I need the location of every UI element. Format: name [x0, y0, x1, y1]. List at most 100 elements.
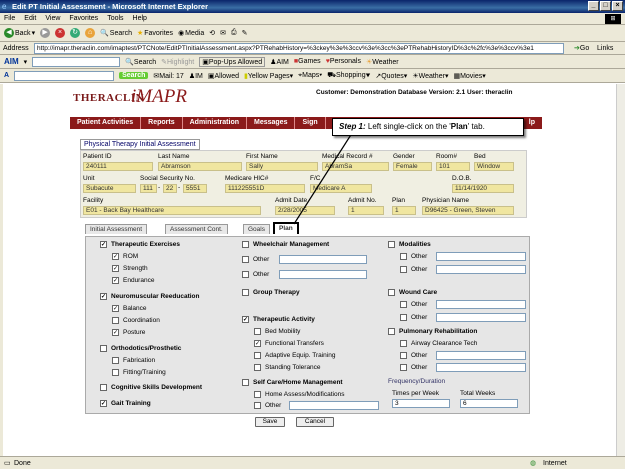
ssn-part2-field[interactable]: 22 — [163, 184, 177, 193]
other-input[interactable] — [436, 252, 526, 261]
media-button[interactable]: ◉ Media — [178, 29, 204, 38]
plan-option-checkbox[interactable]: ✓ — [100, 241, 107, 248]
weather-links-button[interactable]: ☀Weather▾ — [412, 72, 448, 80]
menu-favorites[interactable]: Favorites — [69, 13, 98, 24]
weather-button[interactable]: ☀Weather — [366, 58, 399, 66]
links-button[interactable]: Links — [597, 42, 613, 55]
other-input[interactable] — [436, 300, 526, 309]
plan-field[interactable]: 1 — [392, 206, 416, 215]
menu-file[interactable]: File — [4, 13, 15, 24]
home-assess-checkbox[interactable] — [254, 391, 261, 398]
therapeutic-activity-checkbox[interactable]: ✓ — [242, 316, 249, 323]
plan-option-checkbox[interactable]: ✓ — [112, 253, 119, 260]
aim-logo[interactable]: AIM — [4, 57, 19, 66]
menu-view[interactable]: View — [45, 13, 60, 24]
plan-option-checkbox[interactable] — [112, 357, 119, 364]
favorites-button[interactable]: ★ Favorites — [137, 29, 173, 38]
plan-option-checkbox[interactable] — [100, 384, 107, 391]
last-name-field[interactable]: Abramson — [158, 162, 242, 171]
nav-patient-activities[interactable]: Patient Activities — [70, 117, 142, 129]
adaptive-equip-checkbox[interactable] — [254, 352, 261, 359]
other-checkbox[interactable] — [242, 271, 249, 278]
other-checkbox[interactable] — [400, 352, 407, 359]
plan-option-checkbox[interactable]: ✓ — [100, 293, 107, 300]
functional-transfers-checkbox[interactable]: ✓ — [254, 340, 261, 347]
plan-option-checkbox[interactable] — [112, 369, 119, 376]
search-button[interactable]: 🔍 Search — [100, 29, 132, 38]
address-input[interactable]: http://imapr.theraclin.com/imaptest/PTCN… — [34, 43, 564, 54]
nav-reports[interactable]: Reports — [141, 117, 183, 129]
nav-messages[interactable]: Messages — [247, 117, 296, 129]
times-per-week-input[interactable]: 3 — [392, 399, 450, 408]
nav-administration[interactable]: Administration — [183, 117, 247, 129]
other-checkbox[interactable] — [254, 402, 261, 409]
stop-button[interactable]: × — [55, 28, 66, 38]
plan-option-checkbox[interactable]: ✓ — [112, 329, 119, 336]
quotes-button[interactable]: ↗Quotes▾ — [375, 72, 407, 80]
ssn-part1-field[interactable]: 111 — [140, 184, 157, 193]
forward-button[interactable]: ▶ — [40, 28, 51, 38]
physician-field[interactable]: D96425 - Green, Steven — [422, 206, 514, 215]
other-checkbox[interactable] — [242, 256, 249, 263]
plan-option-checkbox[interactable]: ✓ — [100, 400, 107, 407]
total-weeks-input[interactable]: 6 — [460, 399, 518, 408]
other-checkbox[interactable] — [400, 253, 407, 260]
allowed-button[interactable]: ▣Allowed — [208, 72, 239, 80]
bed-field[interactable]: Window — [474, 162, 514, 171]
aim-search-input[interactable] — [32, 56, 121, 67]
dob-field[interactable]: 11/14/1920 — [452, 184, 514, 193]
airway-checkbox[interactable] — [400, 340, 407, 347]
menu-tools[interactable]: Tools — [107, 13, 123, 24]
go-button[interactable]: ➔Go — [574, 42, 589, 55]
save-button[interactable]: Save — [255, 417, 285, 427]
aim-search-button[interactable]: 🔍Search — [125, 58, 156, 66]
standing-tolerance-checkbox[interactable] — [254, 364, 261, 371]
tab-initial-assessment[interactable]: Initial Assessment — [85, 224, 148, 234]
highlight-button[interactable]: ✎Highlight — [161, 58, 194, 66]
plan-option-checkbox[interactable]: ✓ — [112, 305, 119, 312]
refresh-button[interactable]: ↻ — [70, 28, 81, 38]
patient-id-field[interactable]: 240111 — [83, 162, 153, 171]
web-search-input[interactable] — [14, 70, 115, 81]
edit-button[interactable]: ✎ — [242, 29, 248, 37]
maximize-icon[interactable]: □ — [600, 1, 611, 11]
close-icon[interactable]: × — [612, 1, 623, 11]
group-therapy-checkbox[interactable] — [242, 289, 249, 296]
aim-button[interactable]: ♟AIM — [270, 58, 289, 66]
self-care-checkbox[interactable] — [242, 379, 249, 386]
minimize-icon[interactable]: _ — [588, 1, 599, 11]
menu-help[interactable]: Help — [133, 13, 147, 24]
other-input[interactable] — [436, 265, 526, 274]
plan-option-checkbox[interactable]: ✓ — [112, 277, 119, 284]
gender-field[interactable]: Female — [393, 162, 432, 171]
room-field[interactable]: 101 — [436, 162, 470, 171]
mail-button[interactable]: ✉Mail: 17 — [153, 72, 183, 80]
other-input[interactable] — [279, 255, 367, 264]
wheelchair-checkbox[interactable] — [242, 241, 249, 248]
history-button[interactable]: ⟲ — [209, 29, 215, 37]
other-input[interactable] — [436, 363, 526, 372]
facility-field[interactable]: E01 - Back Bay Healthcare — [83, 206, 261, 215]
personals-button[interactable]: ♥Personals — [326, 58, 361, 65]
games-button[interactable]: ■Games — [294, 58, 321, 65]
yellow-pages-button[interactable]: ▮Yellow Pages▾ — [244, 72, 293, 80]
other-checkbox[interactable] — [400, 301, 407, 308]
modalities-checkbox[interactable] — [388, 241, 395, 248]
other-input[interactable] — [436, 313, 526, 322]
nav-help[interactable]: lp — [522, 117, 542, 129]
other-input[interactable] — [289, 401, 379, 410]
other-checkbox[interactable] — [400, 364, 407, 371]
vertical-scrollbar[interactable] — [616, 84, 625, 456]
other-checkbox[interactable] — [400, 314, 407, 321]
wound-care-checkbox[interactable] — [388, 289, 395, 296]
other-input[interactable] — [279, 270, 367, 279]
plan-option-checkbox[interactable] — [100, 345, 107, 352]
im-button[interactable]: ♟IM — [189, 72, 203, 80]
mail-button[interactable]: ✉ — [220, 29, 226, 37]
plan-option-checkbox[interactable] — [112, 317, 119, 324]
cancel-button[interactable]: Cancel — [296, 417, 334, 427]
tab-goals[interactable]: Goals — [243, 224, 270, 234]
pulmonary-checkbox[interactable] — [388, 328, 395, 335]
print-button[interactable]: ⎙ — [231, 29, 237, 37]
tab-assessment-cont[interactable]: Assessment Cont. — [165, 224, 228, 234]
